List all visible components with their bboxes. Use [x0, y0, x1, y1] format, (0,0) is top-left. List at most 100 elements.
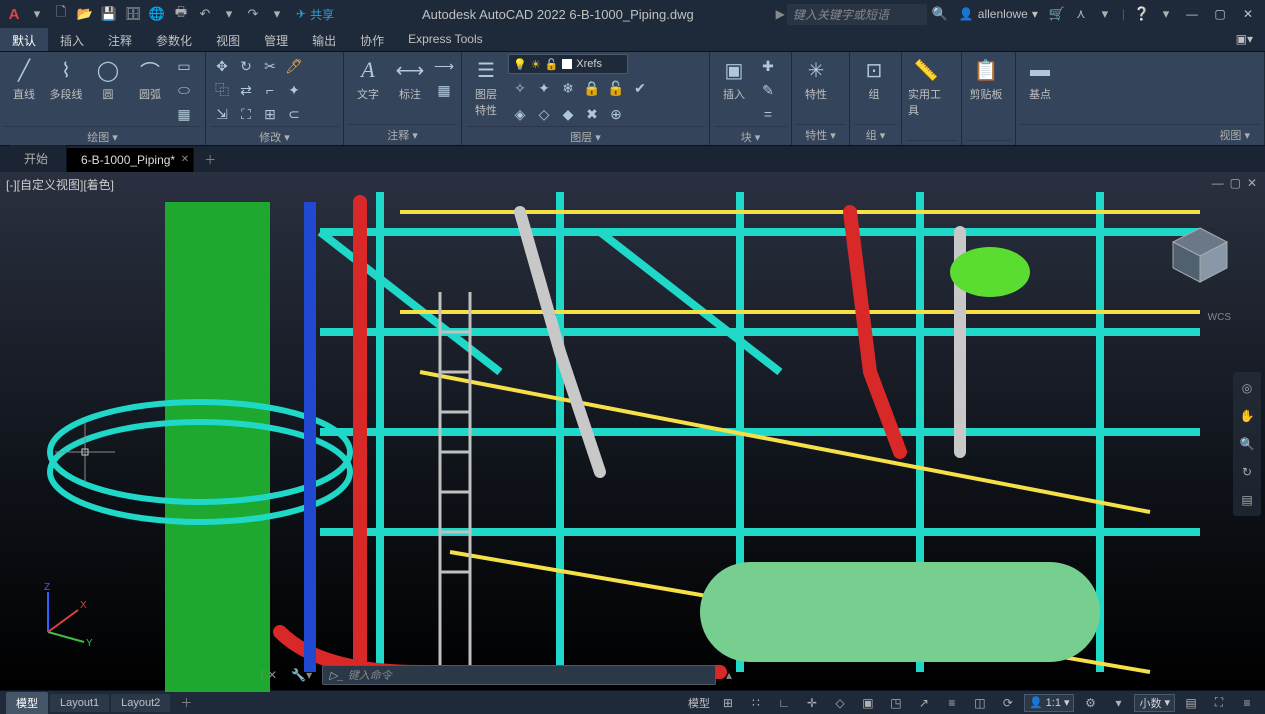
panel-annotate-title[interactable]: 注释 ▾ [348, 124, 457, 145]
base-button[interactable]: ▬ 基点 [1020, 54, 1060, 104]
circle-button[interactable]: ◯ 圆 [88, 54, 128, 104]
zoom-icon[interactable]: 🔍 [1237, 434, 1257, 454]
qat-new-icon[interactable]: 🗋 [50, 3, 72, 25]
ribbon-tab-output[interactable]: 输出 [300, 28, 348, 51]
rotate-icon[interactable]: ↻ [234, 54, 258, 78]
steering-wheel-icon[interactable]: ◎ [1237, 378, 1257, 398]
ribbon-collapse-icon[interactable]: ▣▾ [1224, 28, 1265, 51]
cart-icon[interactable]: 🛒 [1046, 3, 1068, 25]
layuniso-icon[interactable]: ◆ [556, 102, 580, 126]
units-dropdown[interactable]: 小数 ▾ [1134, 694, 1175, 712]
laydel-icon[interactable]: ✖ [580, 102, 604, 126]
app-menu-dropdown[interactable]: ▾ [26, 3, 48, 25]
laylck-icon[interactable]: 🔒 [580, 76, 604, 100]
text-button[interactable]: A 文字 [348, 54, 388, 104]
panel-layers-title[interactable]: 图层 ▾ [466, 126, 705, 147]
group-button[interactable]: ⊡ 组 [854, 54, 894, 104]
vp-restore-icon[interactable]: ▢ [1230, 176, 1241, 190]
workspace-icon[interactable]: ▾ [1106, 693, 1130, 713]
insert-button[interactable]: ▣ 插入 [714, 54, 754, 104]
ellipse-icon[interactable]: ⬭ [172, 78, 196, 102]
mirror-icon[interactable]: ⇄ [234, 78, 258, 102]
qat-open-icon[interactable]: 📂 [74, 3, 96, 25]
move-icon[interactable]: ✥ [210, 54, 234, 78]
layunlk-icon[interactable]: 🔓 [604, 76, 628, 100]
array-icon[interactable]: ⊞ [258, 102, 282, 126]
isodraft-icon[interactable]: ◇ [828, 693, 852, 713]
ribbon-tab-default[interactable]: 默认 [0, 28, 48, 51]
help-dropdown[interactable]: ▾ [1155, 3, 1177, 25]
trim-icon[interactable]: ✂ [258, 54, 282, 78]
tab-model[interactable]: 模型 [6, 692, 48, 714]
showmotion-icon[interactable]: ▤ [1237, 490, 1257, 510]
hatch-icon[interactable]: ▦ [172, 102, 196, 126]
tab-layout2[interactable]: Layout2 [111, 694, 170, 712]
tab-close-icon[interactable]: ✕ [181, 154, 189, 165]
offset-icon[interactable]: ⊂ [282, 102, 306, 126]
drawing-area[interactable]: [-][自定义视图][着色] — ▢ ✕ WCS ◎ ✋ 🔍 ↻ ▤ Z Y X… [0, 172, 1265, 690]
gear-icon[interactable]: ⚙ [1078, 693, 1102, 713]
3dosnap-icon[interactable]: ◳ [884, 693, 908, 713]
copy-icon[interactable]: ⿻ [210, 78, 234, 102]
cycling-icon[interactable]: ⟳ [996, 693, 1020, 713]
layfrz-icon[interactable]: ❄ [556, 76, 580, 100]
panel-view-title[interactable]: 视图 ▾ [1020, 124, 1260, 145]
stretch-icon[interactable]: ⇲ [210, 102, 234, 126]
utils-button[interactable]: 📏 实用工具 [906, 54, 946, 120]
panel-modify-title[interactable]: 修改 ▾ [210, 126, 339, 147]
polar-icon[interactable]: ✛ [800, 693, 824, 713]
tab-layout1[interactable]: Layout1 [50, 694, 109, 712]
panel-group-title[interactable]: 组 ▾ [854, 124, 897, 145]
minimize-button[interactable]: — [1179, 3, 1205, 25]
layiso-icon[interactable]: ◇ [532, 102, 556, 126]
ribbon-tab-express[interactable]: Express Tools [396, 28, 494, 51]
fillet-icon[interactable]: ⌐ [258, 78, 282, 102]
cmd-customize-icon[interactable]: 🔧▾ [287, 668, 316, 682]
ribbon-tab-annotate[interactable]: 注释 [96, 28, 144, 51]
app-logo[interactable]: A [4, 4, 24, 24]
leader-icon[interactable]: ⟶ [432, 54, 456, 78]
layer-props-button[interactable]: ☰ 图层 特性 [466, 54, 506, 120]
table-icon[interactable]: ▦ [432, 78, 456, 102]
tab-add-button[interactable]: ＋ [194, 147, 226, 172]
orbit-icon[interactable]: ↻ [1237, 462, 1257, 482]
apps-dropdown[interactable]: ▾ [1094, 3, 1116, 25]
quickprops-icon[interactable]: ▤ [1179, 693, 1203, 713]
search-icon[interactable]: 🔍 [929, 3, 951, 25]
arc-button[interactable]: ⌒ 圆弧 [130, 54, 170, 104]
qat-plot-icon[interactable]: 🖶 [170, 3, 192, 25]
ribbon-tab-view[interactable]: 视图 [204, 28, 252, 51]
rect-icon[interactable]: ▭ [172, 54, 196, 78]
vp-minimize-icon[interactable]: — [1212, 176, 1224, 190]
props-button[interactable]: ✳ 特性 [796, 54, 836, 104]
grid-icon[interactable]: ⊞ [716, 693, 740, 713]
viewcube[interactable] [1165, 222, 1235, 292]
share-button[interactable]: ✈ 共享 [290, 6, 340, 23]
user-menu[interactable]: 👤 allenlowe ▾ [953, 7, 1044, 21]
ribbon-tab-parametric[interactable]: 参数化 [144, 28, 204, 51]
customize-icon[interactable]: ≡ [1235, 693, 1259, 713]
qat-saveas-icon[interactable]: 🗄 [122, 3, 144, 25]
qat-redo-dropdown[interactable]: ▾ [218, 3, 240, 25]
lwt-icon[interactable]: ≡ [940, 693, 964, 713]
ortho-icon[interactable]: ∟ [772, 693, 796, 713]
paste-button[interactable]: 📋 剪贴板 [966, 54, 1006, 104]
help-icon[interactable]: ❔ [1131, 3, 1153, 25]
tab-drawing[interactable]: 6-B-1000_Piping* ✕ [67, 148, 194, 172]
command-input[interactable]: ▷_ 键入命令 [322, 665, 716, 685]
search-input[interactable]: 键入关键字或短语 [787, 4, 927, 25]
pan-icon[interactable]: ✋ [1237, 406, 1257, 426]
laycur-icon[interactable]: ◈ [508, 102, 532, 126]
osnap-icon[interactable]: ▣ [856, 693, 880, 713]
cmd-history-icon[interactable]: ▴ [722, 668, 736, 682]
ribbon-tab-insert[interactable]: 插入 [48, 28, 96, 51]
tab-layout-add[interactable]: ＋ [172, 694, 200, 711]
layoff-icon[interactable]: ✧ [508, 76, 532, 100]
qat-redo-dropdown2[interactable]: ▾ [266, 3, 288, 25]
vp-close-icon[interactable]: ✕ [1247, 176, 1257, 190]
panel-props-title[interactable]: 特性 ▾ [796, 124, 845, 145]
erase-icon[interactable]: 🖊 [282, 54, 306, 78]
ribbon-tab-manage[interactable]: 管理 [252, 28, 300, 51]
edit-block-icon[interactable]: ✎ [756, 78, 780, 102]
status-model-label[interactable]: 模型 [686, 695, 712, 711]
